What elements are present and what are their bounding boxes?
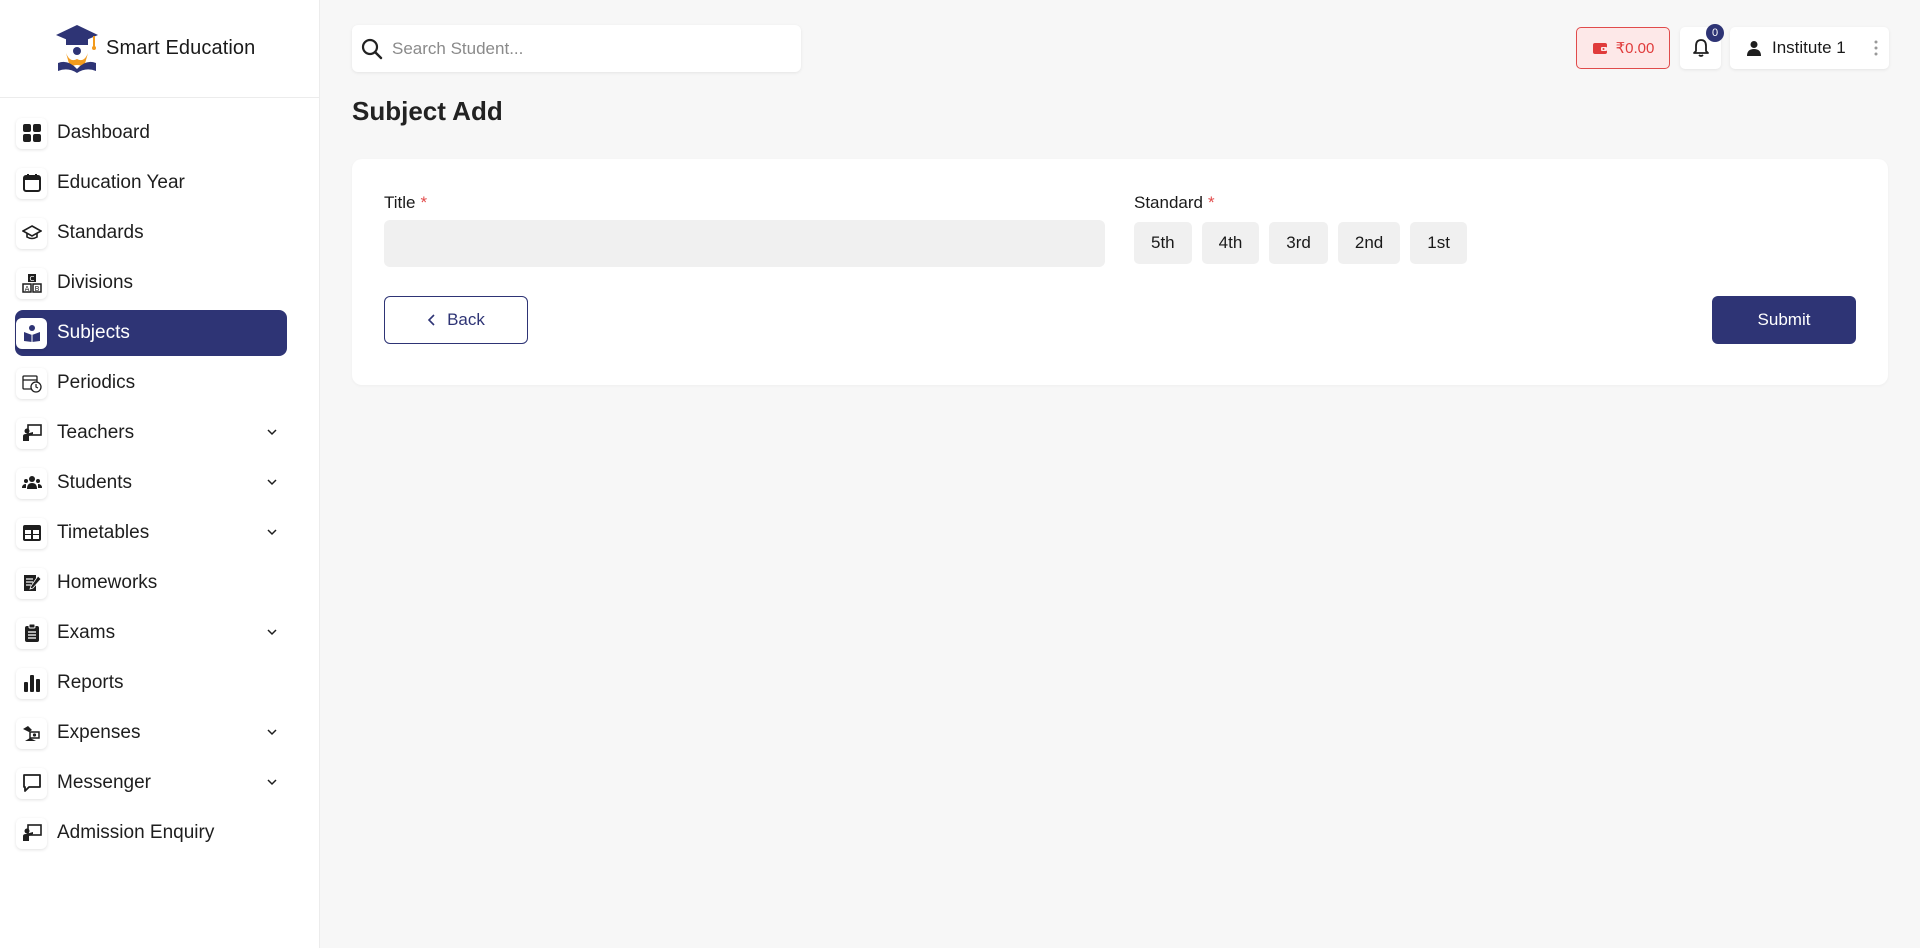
sidebar-item-label: Students [57, 472, 132, 493]
standard-option-5th[interactable]: 5th [1134, 222, 1192, 264]
chevron-down-icon[interactable] [265, 525, 279, 539]
sidebar-item-label: Exams [57, 622, 116, 643]
standard-option-1st[interactable]: 1st [1410, 222, 1467, 264]
standard-option-3rd[interactable]: 3rd [1269, 222, 1328, 264]
sidebar-item-label: Standards [57, 222, 144, 243]
standard-option-4th[interactable]: 4th [1201, 222, 1260, 264]
sidebar-item-label: Expenses [57, 722, 141, 743]
notification-count-badge: 0 [1706, 24, 1724, 42]
standard-options: 5th 4th 3rd 2nd 1st [1134, 222, 1477, 264]
subject-form-card: Title * Standard * 5th 4th 3rd 2nd 1st Bac… [352, 159, 1888, 385]
back-button-label: Back [447, 310, 485, 329]
sidebar-item-label: Subjects [57, 322, 130, 343]
required-mark: * [1208, 193, 1215, 212]
more-vertical-icon[interactable] [1873, 39, 1879, 57]
wallet-amount: ₹0.00 [1615, 40, 1655, 57]
standard-option-2nd[interactable]: 2nd [1337, 222, 1401, 264]
chevron-down-icon[interactable] [265, 775, 279, 789]
sidebar-item-label: Homeworks [57, 572, 158, 593]
calendar-clock-icon [16, 367, 47, 399]
chevron-left-icon [427, 314, 435, 326]
sidebar-item-label: Periodics [57, 372, 136, 393]
book-reader-icon [16, 317, 47, 349]
chevron-down-icon[interactable] [265, 475, 279, 489]
chevron-down-icon[interactable] [265, 625, 279, 639]
sidebar-item-admission-enquiry[interactable]: Admission Enquiry [15, 810, 287, 856]
standard-field-label: Standard * [1134, 193, 1215, 213]
teacher-board-icon [16, 817, 47, 849]
user-menu[interactable]: Institute 1 [1730, 27, 1889, 69]
sidebar-item-expenses[interactable]: Expenses [15, 710, 287, 756]
user-icon [1747, 41, 1761, 56]
sidebar: Smart Education Dashboard Education Year… [0, 0, 320, 948]
sidebar-item-standards[interactable]: Standards [15, 210, 287, 256]
sidebar-item-label: Dashboard [57, 122, 150, 143]
search-icon [361, 38, 383, 59]
sidebar-item-homeworks[interactable]: Homeworks [15, 560, 287, 606]
sidebar-item-label: Messenger [57, 772, 151, 793]
bell-icon [1692, 39, 1709, 57]
svg-text:A: A [24, 285, 29, 293]
submit-button[interactable]: Submit [1712, 296, 1856, 344]
svg-text:B: B [34, 285, 39, 293]
svg-text:C: C [29, 275, 34, 283]
sidebar-item-students[interactable]: Students [15, 460, 287, 506]
teacher-board-icon [16, 417, 47, 449]
sidebar-item-exams[interactable]: Exams [15, 610, 287, 656]
search-input[interactable] [392, 38, 792, 59]
brand[interactable]: Smart Education [0, 0, 319, 98]
page-title: Subject Add [352, 96, 503, 126]
sidebar-item-label: Timetables [57, 522, 150, 543]
homework-pencil-icon [16, 567, 47, 599]
back-button[interactable]: Back [384, 296, 528, 344]
wallet-button[interactable]: ₹0.00 [1576, 27, 1670, 69]
sidebar-item-messenger[interactable]: Messenger [15, 760, 287, 806]
user-name: Institute 1 [1772, 38, 1846, 57]
title-label-text: Title [384, 193, 416, 212]
title-input[interactable] [384, 220, 1105, 267]
sidebar-item-label: Reports [57, 672, 124, 693]
message-icon [16, 767, 47, 799]
users-icon [16, 467, 47, 499]
search-bar[interactable] [352, 25, 801, 72]
standard-label-text: Standard [1134, 193, 1203, 212]
graduation-cap-logo [56, 24, 98, 73]
title-field-label: Title * [384, 193, 427, 213]
chevron-down-icon[interactable] [265, 725, 279, 739]
graduation-cap-icon [16, 217, 47, 249]
sidebar-item-dashboard[interactable]: Dashboard [15, 110, 287, 156]
abc-blocks-icon: CAB [16, 267, 47, 299]
sidebar-item-subjects[interactable]: Subjects [15, 310, 287, 356]
sidebar-item-timetables[interactable]: Timetables [15, 510, 287, 556]
sidebar-nav: Dashboard Education Year Standards CAB D… [0, 98, 319, 856]
sidebar-item-divisions[interactable]: CAB Divisions [15, 260, 287, 306]
required-mark: * [420, 193, 428, 212]
table-icon [16, 517, 47, 549]
sidebar-item-label: Teachers [57, 422, 135, 443]
hand-money-icon [16, 717, 47, 749]
calendar-icon [16, 167, 47, 199]
sidebar-item-periodics[interactable]: Periodics [15, 360, 287, 406]
clipboard-icon [16, 617, 47, 649]
sidebar-item-label: Admission Enquiry [57, 822, 215, 843]
bar-chart-icon [16, 667, 47, 699]
sidebar-item-label: Divisions [57, 272, 134, 293]
dashboard-grid-icon [16, 117, 47, 149]
submit-button-label: Submit [1757, 310, 1811, 329]
wallet-icon [1592, 43, 1607, 54]
sidebar-item-reports[interactable]: Reports [15, 660, 287, 706]
brand-name: Smart Education [106, 37, 256, 59]
sidebar-item-teachers[interactable]: Teachers [15, 410, 287, 456]
sidebar-item-education-year[interactable]: Education Year [15, 160, 287, 206]
sidebar-item-label: Education Year [57, 172, 185, 193]
chevron-down-icon[interactable] [265, 425, 279, 439]
